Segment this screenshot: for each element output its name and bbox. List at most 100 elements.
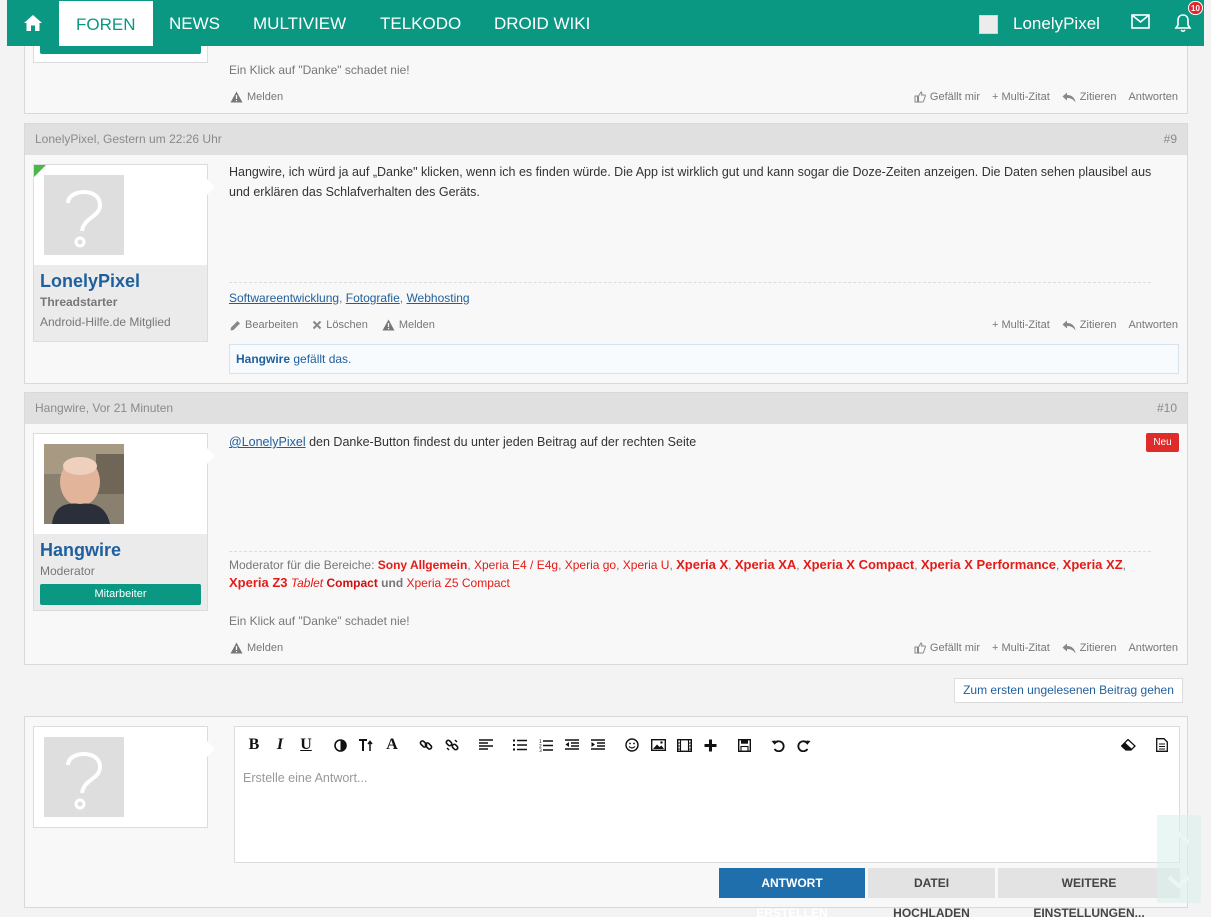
forum-area: Xperia X	[676, 557, 729, 572]
eraser-icon[interactable]	[1119, 736, 1137, 754]
user-photo	[44, 444, 124, 524]
upload-file-button[interactable]: Datei hochladen	[868, 868, 995, 917]
reply-editor[interactable]: B I U A 123 Erstelle eine Antwort...	[234, 726, 1180, 863]
conjunction: und	[381, 576, 404, 590]
report-link[interactable]: Melden	[382, 319, 435, 331]
font-button[interactable]: A	[383, 736, 401, 754]
nav-item-multiview[interactable]: Multiview	[236, 0, 363, 46]
link-icon[interactable]	[417, 736, 435, 754]
quote-link[interactable]: Zitieren	[1062, 642, 1116, 654]
post-message: Hangwire, ich würd ja auf „Danke" klicke…	[229, 165, 1152, 199]
edit-label: Bearbeiten	[245, 319, 299, 331]
reply-arrow-icon	[1062, 92, 1076, 102]
avatar-photo[interactable]	[44, 444, 124, 524]
notification-badge[interactable]: 10	[1188, 1, 1203, 15]
question-mark-icon	[44, 737, 124, 817]
report-link[interactable]: Melden	[230, 91, 283, 103]
report-link[interactable]: Melden	[230, 642, 283, 654]
liker-link[interactable]: Hangwire	[236, 352, 290, 366]
underline-button[interactable]: U	[297, 736, 315, 754]
like-link[interactable]: Gefällt mir	[914, 91, 980, 103]
reply-link[interactable]: Antworten	[1128, 642, 1178, 654]
post-number[interactable]: #9	[1164, 124, 1177, 155]
multiquote-link[interactable]: + Multi-Zitat	[992, 319, 1050, 331]
signature-link[interactable]: Fotografie	[346, 291, 400, 305]
top-navigation: Foren News Multiview Telkodo Droid Wiki …	[7, 0, 1204, 46]
indent-icon[interactable]	[589, 736, 607, 754]
align-left-icon[interactable]	[477, 736, 495, 754]
quote-label: Zitieren	[1079, 91, 1117, 103]
like-link[interactable]: Gefällt mir	[914, 642, 980, 654]
scroll-to-top-control[interactable]	[1157, 815, 1201, 903]
reply-link[interactable]: Antworten	[1128, 91, 1178, 103]
mail-icon[interactable]	[1131, 14, 1150, 32]
signature-link[interactable]: Webhosting	[406, 291, 469, 305]
post-header: Hangwire, Vor 21 Minuten #10	[25, 393, 1187, 424]
forum-area: Xperia Z5 Compact	[406, 576, 510, 590]
editor-toolbar: B I U A 123	[235, 727, 1179, 763]
nav-item-telkodo[interactable]: Telkodo	[363, 0, 478, 46]
signature-link[interactable]: Softwareentwicklung	[229, 291, 339, 305]
nav-item-foren[interactable]: Foren	[59, 1, 153, 46]
text-size-icon[interactable]	[357, 736, 375, 754]
nav-item-droid-wiki[interactable]: Droid Wiki	[477, 0, 607, 46]
report-label: Melden	[247, 642, 284, 654]
reply-textarea-placeholder[interactable]: Erstelle eine Antwort...	[243, 771, 367, 785]
forum-area: Xperia XZ	[1062, 557, 1123, 572]
video-icon[interactable]	[675, 736, 693, 754]
reply-arrow-icon	[1062, 643, 1076, 653]
home-icon[interactable]	[7, 0, 59, 46]
user-avatar[interactable]	[979, 15, 998, 34]
forum-area: Xperia X Compact	[802, 557, 915, 572]
edit-link[interactable]: Bearbeiten	[230, 319, 298, 331]
reply-link[interactable]: Antworten	[1128, 319, 1178, 331]
undo-icon[interactable]	[769, 736, 787, 754]
author-username[interactable]: Hangwire	[40, 540, 121, 561]
post-meta[interactable]: LonelyPixel, Gestern um 22:26 Uhr	[35, 124, 222, 155]
forum-area: Xperia XA	[734, 557, 797, 572]
multiquote-link[interactable]: + Multi-Zitat	[992, 642, 1050, 654]
bell-icon[interactable]	[1174, 13, 1192, 36]
insert-plus-icon[interactable]	[701, 736, 719, 754]
delete-link[interactable]: Löschen	[312, 319, 368, 331]
message-text: den Danke-Button findest du unter jeden …	[305, 435, 697, 449]
post-header: LonelyPixel, Gestern um 22:26 Uhr #9	[25, 124, 1187, 155]
unlink-icon[interactable]	[443, 736, 461, 754]
signature-divider	[229, 282, 1151, 283]
quote-link[interactable]: Zitieren	[1062, 319, 1116, 331]
forum-area: Sony Allgemein	[377, 558, 468, 572]
post-author-box: Hangwire Moderator Mitarbeiter	[33, 433, 215, 611]
nav-item-news[interactable]: News	[152, 0, 237, 46]
like-label: Gefällt mir	[929, 642, 981, 654]
numbered-list-icon[interactable]: 123	[537, 736, 555, 754]
close-icon	[313, 320, 322, 330]
italic-button[interactable]: I	[271, 736, 289, 754]
post-number[interactable]: #10	[1157, 393, 1177, 424]
submit-reply-button[interactable]: Antwort erstellen	[719, 868, 865, 917]
chevron-up-icon	[1167, 831, 1191, 889]
post-meta[interactable]: Hangwire, Vor 21 Minuten	[35, 393, 173, 424]
avatar-placeholder[interactable]	[44, 175, 124, 255]
color-contrast-icon[interactable]	[331, 736, 349, 754]
quote-link[interactable]: Zitieren	[1062, 91, 1117, 103]
user-info: LonelyPixel Threadstarter Android-Hilfe.…	[34, 265, 207, 341]
first-unread-link[interactable]: Zum ersten ungelesenen Beitrag gehen	[954, 678, 1183, 703]
redo-icon[interactable]	[795, 736, 813, 754]
nav-username[interactable]: LonelyPixel	[1013, 0, 1100, 48]
outdent-icon[interactable]	[563, 736, 581, 754]
image-icon[interactable]	[649, 736, 667, 754]
more-options-button[interactable]: Weitere Einstellungen...	[998, 868, 1180, 917]
user-mention[interactable]: @LonelyPixel	[229, 435, 306, 449]
bold-button[interactable]: B	[245, 736, 263, 754]
author-username[interactable]: LonelyPixel	[40, 271, 140, 292]
signature-note: Ein Klick auf "Danke" schadet nie!	[229, 63, 410, 77]
smiley-icon[interactable]	[623, 736, 641, 754]
save-draft-icon[interactable]	[735, 736, 753, 754]
bullet-list-icon[interactable]	[511, 736, 529, 754]
multiquote-link[interactable]: + Multi-Zitat	[992, 91, 1050, 103]
report-label: Melden	[247, 91, 284, 103]
source-mode-icon[interactable]	[1153, 736, 1171, 754]
svg-text:3: 3	[539, 748, 542, 752]
moderator-signature: Moderator für die Bereiche: Sony Allgeme…	[229, 557, 1126, 590]
signature-divider	[229, 551, 1151, 552]
